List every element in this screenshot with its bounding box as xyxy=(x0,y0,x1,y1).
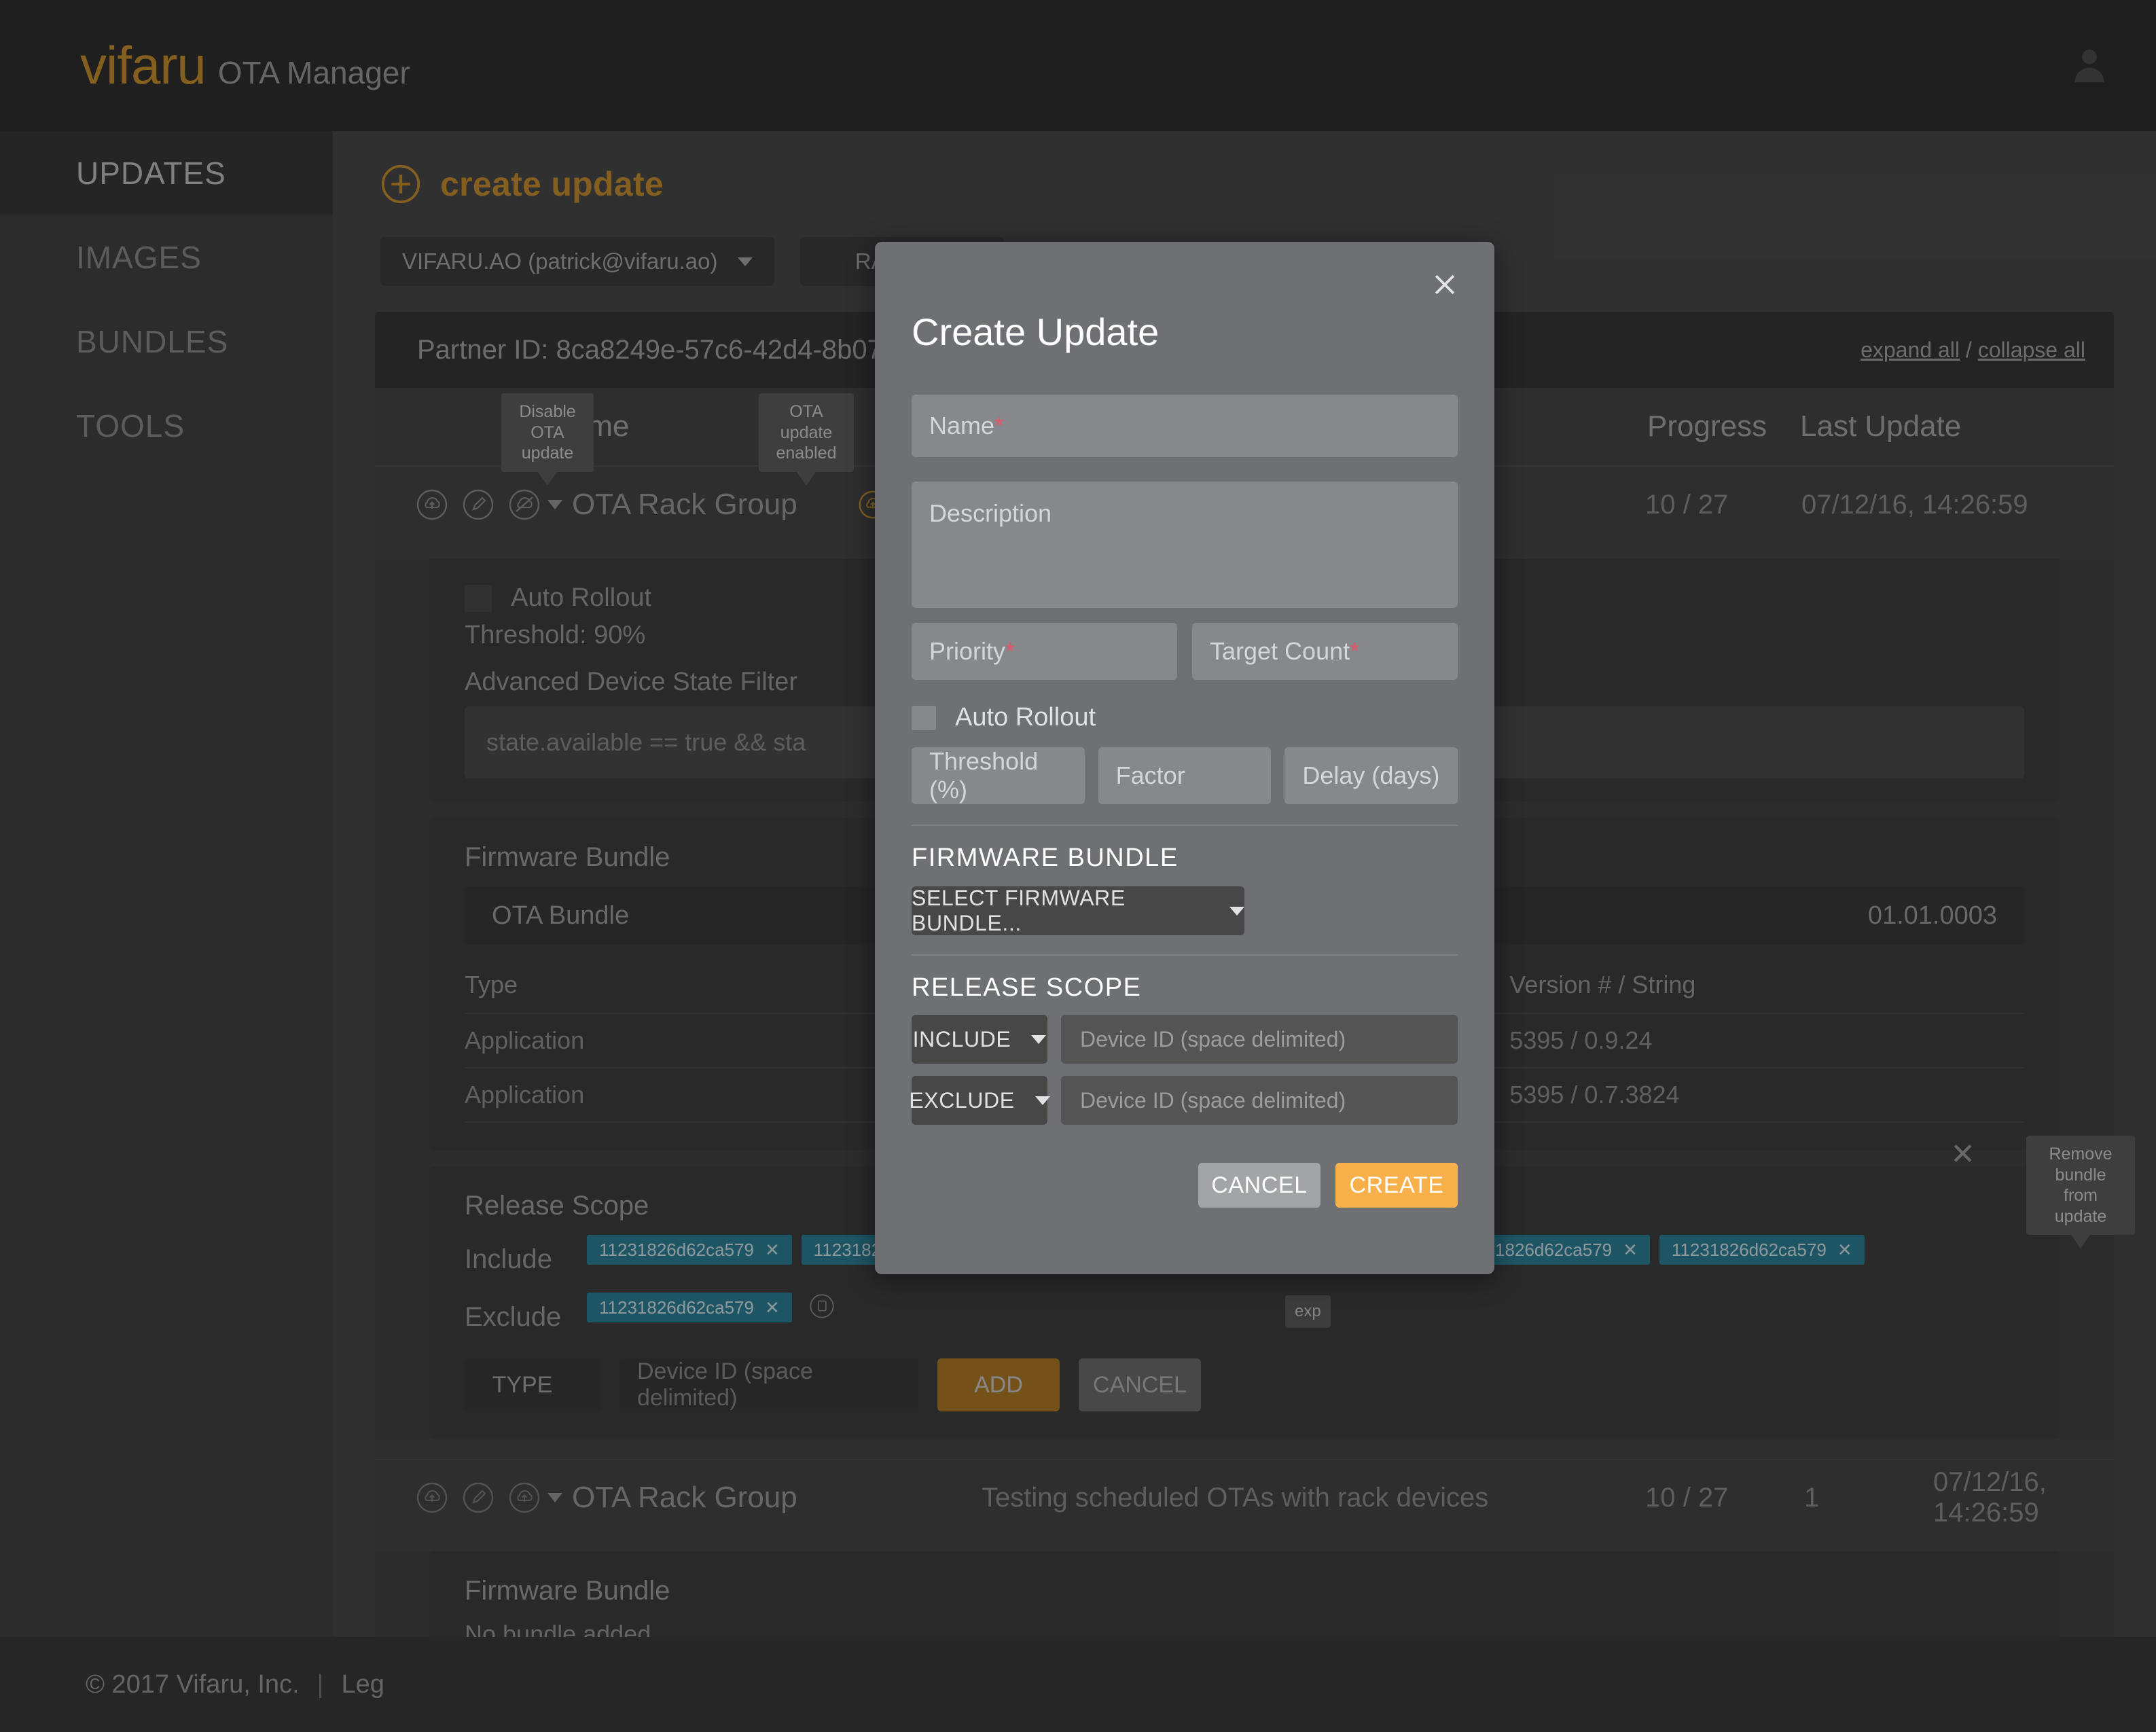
modal-title: Create Update xyxy=(912,310,1160,353)
include-row: INCLUDE Device ID (space delimited) xyxy=(912,1015,1458,1064)
auto-rollout-label: Auto Rollout xyxy=(955,703,1096,732)
include-type-value: INCLUDE xyxy=(912,1026,1011,1051)
release-scope-section-title: RELEASE SCOPE xyxy=(912,973,1142,1002)
close-x-icon[interactable] xyxy=(1426,266,1463,303)
include-device-id-input[interactable]: Device ID (space delimited) xyxy=(1061,1015,1458,1064)
cancel-button[interactable]: CANCEL xyxy=(1198,1163,1320,1208)
threshold-placeholder: Threshold (%) xyxy=(929,747,1039,804)
threshold-field[interactable]: Threshold (%) xyxy=(912,747,1085,804)
description-field[interactable]: Description xyxy=(912,482,1458,608)
exclude-row: EXCLUDE Device ID (space delimited) xyxy=(909,1076,1458,1125)
divider-firmware xyxy=(912,825,1458,826)
exclude-type-value: EXCLUDE xyxy=(909,1087,1015,1113)
app-root: vifaru OTA Manager UPDATES IMAGES BUNDLE… xyxy=(0,0,2156,1732)
name-field[interactable]: Name * xyxy=(912,395,1458,457)
divider-release-scope xyxy=(912,954,1458,956)
create-update-modal: Create Update Name * Description Priority… xyxy=(875,242,1494,1274)
factor-field[interactable]: Factor xyxy=(1098,747,1272,804)
firmware-bundle-section-title: FIRMWARE BUNDLE xyxy=(912,844,1179,872)
description-placeholder: Description xyxy=(929,499,1052,527)
chevron-down-icon xyxy=(1031,1034,1047,1044)
exclude-device-id-placeholder: Device ID (space delimited) xyxy=(1080,1087,1346,1113)
select-firmware-bundle-dropdown[interactable]: SELECT FIRMWARE BUNDLE... xyxy=(912,886,1244,935)
create-button[interactable]: CREATE xyxy=(1335,1163,1458,1208)
target-count-field[interactable]: Target Count * xyxy=(1192,623,1458,680)
name-required-star: * xyxy=(994,412,1005,439)
auto-rollout-row: Auto Rollout xyxy=(912,703,1458,732)
target-count-required-star: * xyxy=(1350,637,1360,665)
factor-placeholder: Factor xyxy=(1115,761,1185,789)
delay-placeholder: Delay (days) xyxy=(1302,761,1440,789)
include-type-select[interactable]: INCLUDE xyxy=(912,1015,1047,1064)
auto-rollout-checkbox[interactable] xyxy=(912,705,936,730)
rollout-params-row: Threshold (%) Factor Delay (days) xyxy=(912,747,1458,804)
delay-field[interactable]: Delay (days) xyxy=(1284,747,1458,804)
select-firmware-bundle-value: SELECT FIRMWARE BUNDLE... xyxy=(912,886,1126,935)
priority-required-star: * xyxy=(1005,637,1016,665)
exclude-device-id-input[interactable]: Device ID (space delimited) xyxy=(1061,1076,1458,1125)
target-count-placeholder: Target Count xyxy=(1210,637,1350,665)
modal-actions: CANCEL CREATE xyxy=(912,1163,1458,1208)
close-x-glyph xyxy=(1435,274,1455,295)
priority-field[interactable]: Priority * xyxy=(912,623,1177,680)
name-placeholder: Name xyxy=(929,412,995,439)
chevron-down-icon xyxy=(1229,906,1244,916)
chevron-down-icon xyxy=(1035,1096,1050,1105)
priority-placeholder: Priority xyxy=(929,637,1006,665)
include-device-id-placeholder: Device ID (space delimited) xyxy=(1080,1026,1346,1051)
priority-target-row: Priority * Target Count * xyxy=(912,623,1458,680)
exclude-type-select[interactable]: EXCLUDE xyxy=(909,1076,1050,1125)
